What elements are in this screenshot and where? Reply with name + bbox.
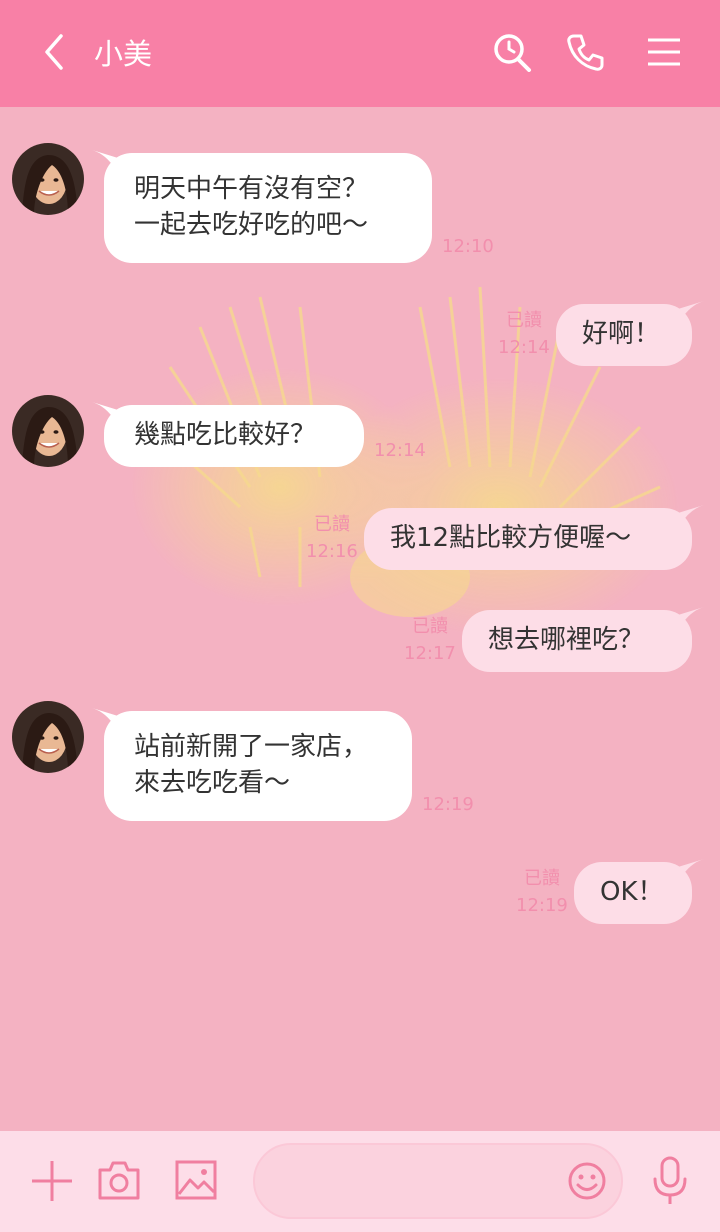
- message-text: OK！: [600, 877, 664, 907]
- message-bubble-outgoing[interactable]: 我12點比較方便喔～: [364, 505, 704, 570]
- avatar[interactable]: [12, 395, 84, 467]
- contact-name: 小美: [94, 37, 153, 71]
- message-timestamp: 12:14: [374, 440, 426, 461]
- message-text: 幾點吃比較好？: [134, 420, 317, 450]
- bubble-tail: [678, 505, 704, 527]
- message-text-line: 明天中午有沒有空？: [134, 174, 369, 204]
- plus-icon[interactable]: [30, 1159, 74, 1203]
- message-text-line: 站前新開了一家店，: [134, 732, 369, 762]
- chat-header: 小美: [0, 0, 720, 107]
- bubble-tail: [678, 607, 704, 629]
- input-bar: [0, 1131, 720, 1232]
- bubble-tail: [92, 150, 118, 172]
- message-timestamp: 12:16: [306, 541, 358, 562]
- message-bubble-incoming[interactable]: 站前新開了一家店， 來去吃吃看～: [92, 708, 412, 821]
- message-input[interactable]: [281, 1163, 565, 1201]
- read-receipt: 已讀: [506, 310, 542, 331]
- message-bubble-outgoing[interactable]: OK！: [574, 859, 704, 924]
- message-text: 我12點比較方便喔～: [390, 523, 632, 553]
- microphone-icon[interactable]: [650, 1155, 690, 1207]
- read-receipt: 已讀: [412, 616, 448, 637]
- message-timestamp: 12:19: [422, 794, 474, 815]
- message-timestamp: 12:14: [498, 337, 550, 358]
- emoji-icon[interactable]: [567, 1161, 607, 1201]
- chevron-left-icon[interactable]: [34, 32, 74, 72]
- message-bubble-incoming[interactable]: 明天中午有沒有空？ 一起去吃好吃的吧～: [92, 150, 432, 263]
- bubble-tail: [92, 708, 118, 730]
- chat-area[interactable]: 明天中午有沒有空？ 一起去吃好吃的吧～ 12:10 已讀 12:14 好啊！ 幾…: [0, 107, 720, 1131]
- profile-photo: [12, 701, 84, 773]
- message-text: 想去哪裡吃？: [488, 625, 645, 655]
- image-icon[interactable]: [174, 1158, 218, 1202]
- hamburger-menu-icon[interactable]: [644, 32, 684, 72]
- camera-icon[interactable]: [96, 1158, 142, 1202]
- profile-photo: [12, 143, 84, 215]
- read-receipt: 已讀: [524, 868, 560, 889]
- bubble-tail: [678, 301, 704, 323]
- profile-photo: [12, 395, 84, 467]
- message-text-line: 一起去吃好吃的吧～: [134, 210, 369, 240]
- message-bubble-outgoing[interactable]: 想去哪裡吃？: [462, 607, 704, 672]
- phone-icon[interactable]: [566, 32, 606, 72]
- message-timestamp: 12:10: [442, 236, 494, 257]
- message-bubble-incoming[interactable]: 幾點吃比較好？: [92, 402, 364, 467]
- message-text: 好啊！: [582, 319, 661, 349]
- message-input-field[interactable]: [253, 1143, 623, 1219]
- message-bubble-outgoing[interactable]: 好啊！: [556, 301, 704, 366]
- bubble-tail: [678, 859, 704, 881]
- read-receipt: 已讀: [314, 514, 350, 535]
- message-timestamp: 12:17: [404, 643, 456, 664]
- avatar[interactable]: [12, 701, 84, 773]
- search-icon[interactable]: [492, 32, 532, 72]
- message-text-line: 來去吃吃看～: [134, 768, 291, 798]
- bubble-tail: [92, 402, 118, 424]
- message-timestamp: 12:19: [516, 895, 568, 916]
- avatar[interactable]: [12, 143, 84, 215]
